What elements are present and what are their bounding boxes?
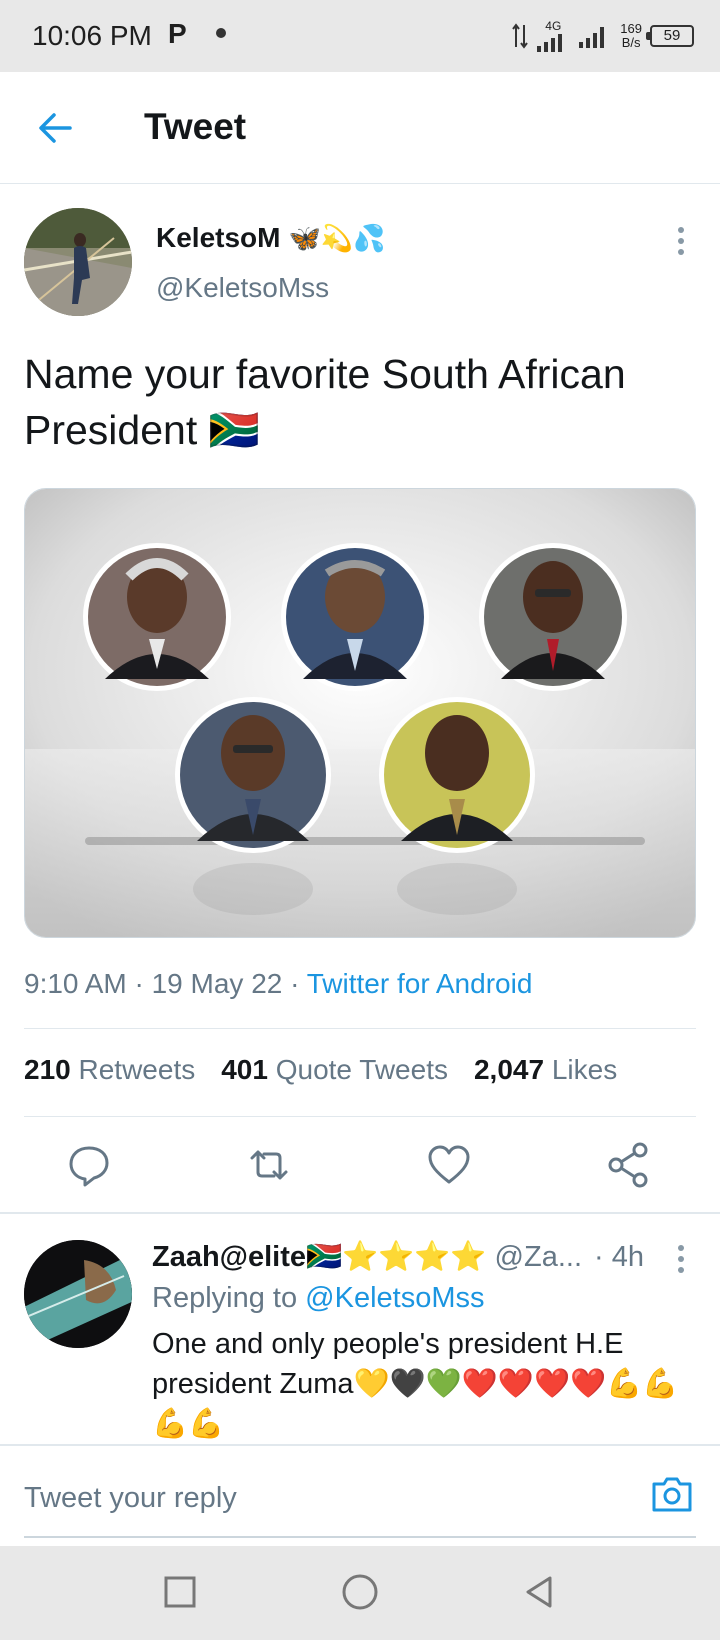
replying-to-prefix: Replying to xyxy=(152,1282,306,1314)
tweet-media-image[interactable] xyxy=(24,488,696,938)
retweets-stat[interactable]: 210 Retweets xyxy=(24,1054,195,1086)
signal-4g: 4G xyxy=(536,20,570,52)
tweet-timestamp: 9:10 AM · 19 May 22 · Twitter for Androi… xyxy=(24,968,532,1000)
quotes-label: Quote Tweets xyxy=(275,1054,448,1085)
divider xyxy=(24,1116,696,1117)
status-icons: 4G 169 B/s 59 xyxy=(512,14,694,58)
likes-stat[interactable]: 2,047 Likes xyxy=(474,1054,617,1086)
likes-count: 2,047 xyxy=(473,1054,545,1085)
battery-level: 59 xyxy=(663,27,681,44)
reply-icon[interactable] xyxy=(64,1140,114,1190)
back-triangle-icon[interactable] xyxy=(520,1572,560,1612)
home-icon[interactable] xyxy=(340,1572,380,1612)
portrait-1 xyxy=(83,543,231,691)
replying-to-mention[interactable]: @KeletsoMss xyxy=(305,1282,484,1314)
tweet-time-date: 9:10 AM · 19 May 22 · xyxy=(24,968,307,999)
app-notification-icon: P xyxy=(168,18,187,49)
network-type-label: 4G xyxy=(545,19,562,33)
likes-label: Likes xyxy=(551,1054,618,1085)
status-time: 10:06 PM xyxy=(32,20,152,51)
signal-strength-icon xyxy=(537,34,563,52)
tweet-actions xyxy=(0,1130,720,1200)
tweet-text: Name your favorite South African Preside… xyxy=(24,351,626,453)
tweet-source-link[interactable]: Twitter for Android xyxy=(307,968,533,999)
replying-to: Replying to @KeletsoMss xyxy=(152,1282,484,1315)
avatar-photo xyxy=(24,208,132,316)
quotes-stat[interactable]: 401 Quote Tweets xyxy=(221,1054,448,1086)
more-options-icon[interactable] xyxy=(676,226,686,256)
notification-dot-icon xyxy=(216,28,226,38)
recent-apps-icon[interactable] xyxy=(160,1572,200,1612)
retweets-count: 210 xyxy=(24,1054,71,1085)
net-speed: 169 B/s xyxy=(620,22,642,50)
reply-avatar[interactable] xyxy=(24,1240,132,1348)
reply-text: One and only people's president H.E pres… xyxy=(152,1328,679,1440)
retweet-icon[interactable] xyxy=(244,1140,294,1190)
top-app-bar: Tweet xyxy=(0,72,720,184)
author-name[interactable]: KeletsoM 🦋💫💦 xyxy=(156,222,386,254)
reply-input[interactable]: Tweet your reply xyxy=(24,1482,237,1515)
net-speed-value: 169 xyxy=(620,21,642,36)
author-display-name: KeletsoM xyxy=(156,222,281,253)
like-heart-icon[interactable] xyxy=(424,1140,474,1190)
portrait-3 xyxy=(479,543,627,691)
reply-more-options-icon[interactable] xyxy=(676,1244,686,1274)
camera-icon[interactable] xyxy=(650,1472,694,1516)
author-handle[interactable]: @KeletsoMss xyxy=(156,272,329,304)
compose-underline xyxy=(24,1536,696,1538)
status-bar: 10:06 PM P 4G 169 B/s 59 xyxy=(0,0,720,72)
arrow-left-icon[interactable] xyxy=(32,104,80,152)
divider xyxy=(24,1028,696,1029)
quotes-count: 401 xyxy=(221,1054,268,1085)
reply-avatar-photo xyxy=(24,1240,132,1348)
presidents-collage xyxy=(25,489,695,937)
author-avatar[interactable] xyxy=(24,208,132,316)
reply-author-handle[interactable]: @Za... xyxy=(495,1241,582,1274)
reply-header: Zaah@elite🇿🇦⭐⭐⭐⭐ @Za... · 4h xyxy=(152,1240,692,1274)
author-emojis: 🦋💫💦 xyxy=(288,222,386,253)
portrait-2 xyxy=(281,543,429,691)
portrait-4 xyxy=(175,697,331,853)
data-transfer-icon xyxy=(512,23,529,49)
page-title: Tweet xyxy=(144,106,247,147)
reply-author-name[interactable]: Zaah@elite🇿🇦⭐⭐⭐⭐ xyxy=(152,1240,487,1274)
net-speed-unit: B/s xyxy=(621,35,641,50)
portrait-5 xyxy=(379,697,535,853)
reply-time: · 4h xyxy=(594,1240,644,1273)
tweet-stats: 210 Retweets 401 Quote Tweets 2,047 Like… xyxy=(24,1054,617,1086)
retweets-label: Retweets xyxy=(78,1054,196,1085)
system-nav-bar xyxy=(0,1546,720,1640)
share-icon[interactable] xyxy=(604,1140,654,1190)
section-divider xyxy=(0,1212,720,1214)
signal-strength-2-icon xyxy=(579,27,605,48)
battery-icon: 59 xyxy=(646,25,694,47)
reply-compose-bar: Tweet your reply xyxy=(0,1444,720,1546)
